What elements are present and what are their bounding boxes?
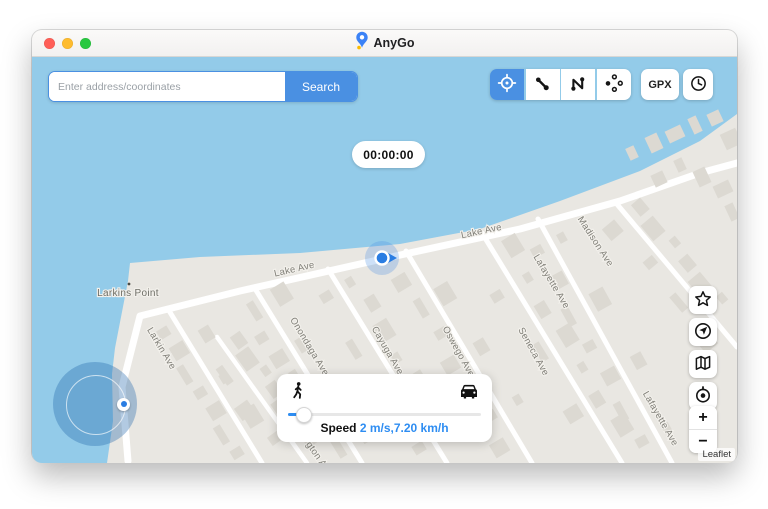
traffic-lights [44, 30, 91, 56]
leaflet-attribution: Leaflet [698, 448, 735, 461]
walk-icon [288, 381, 308, 406]
jump-teleport-icon [604, 73, 624, 96]
favorites-button[interactable] [689, 286, 717, 314]
slider-track[interactable] [288, 413, 481, 417]
speed-label: Speed [320, 421, 356, 435]
maximize-button[interactable] [80, 38, 91, 49]
star-icon [693, 289, 713, 312]
map-pin-icon [355, 31, 369, 55]
map-style-button[interactable] [689, 350, 717, 378]
folded-map-icon [693, 353, 713, 376]
speed-slider[interactable] [288, 407, 481, 421]
crosshair-icon [497, 73, 517, 96]
place-label: Larkins Point [97, 288, 159, 299]
window-title-group: AnyGo [355, 31, 415, 55]
locate-icon [693, 385, 713, 408]
speed-panel: Speed 2 m/s,7.20 km/h [277, 374, 492, 442]
minimize-button[interactable] [62, 38, 73, 49]
mode-toolbar [490, 69, 631, 100]
search-button[interactable]: Search [285, 72, 357, 101]
zoom-controls: + − [689, 406, 717, 453]
search-bar: Search [48, 71, 358, 102]
multi-spot-route-button[interactable] [561, 69, 595, 100]
clock-icon [689, 74, 708, 96]
jump-teleport-button[interactable] [597, 69, 631, 100]
car-icon [457, 381, 481, 406]
joystick-handle[interactable] [117, 398, 130, 411]
compass-icon [693, 321, 713, 344]
speed-readout: Speed 2 m/s,7.20 km/h [277, 421, 492, 435]
history-button[interactable] [683, 69, 713, 100]
search-input[interactable] [49, 72, 285, 101]
speed-value: 2 m/s,7.20 km/h [360, 421, 449, 435]
two-spot-route-icon [533, 74, 552, 96]
title-bar: AnyGo [32, 30, 737, 57]
close-button[interactable] [44, 38, 55, 49]
multi-spot-route-icon [569, 74, 588, 96]
window-title: AnyGo [374, 36, 415, 50]
map-canvas[interactable]: Lake Ave Lake Ave Larkins Point Larkin A… [32, 57, 737, 463]
anygo-window: AnyGo Lake Ave Lake Ave [32, 30, 737, 462]
gpx-button[interactable]: GPX [641, 69, 679, 100]
leaflet-link[interactable]: Leaflet [702, 449, 731, 460]
compass-button[interactable] [689, 318, 717, 346]
zoom-in-button[interactable]: + [689, 406, 717, 429]
teleport-mode-button[interactable] [490, 69, 524, 100]
two-spot-route-button[interactable] [526, 69, 560, 100]
joystick[interactable] [53, 362, 137, 446]
timer-badge: 00:00:00 [352, 141, 425, 168]
location-marker[interactable] [365, 241, 399, 275]
